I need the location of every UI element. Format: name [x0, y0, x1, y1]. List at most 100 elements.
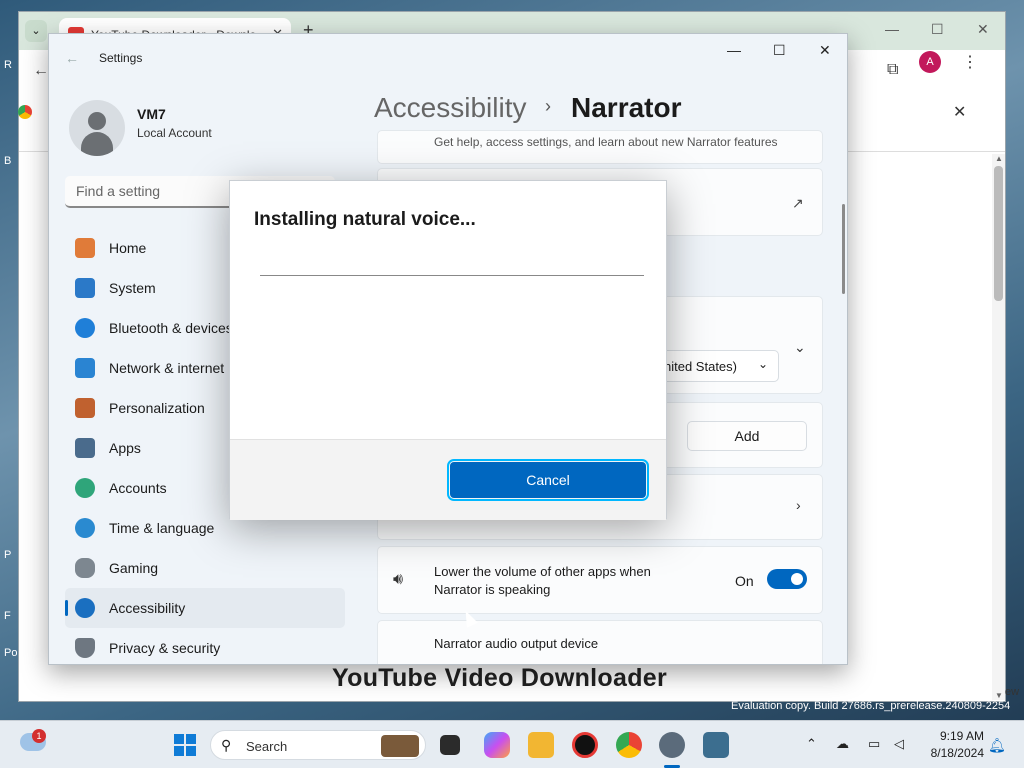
extensions-icon[interactable]: ⧉: [887, 61, 907, 81]
user-name: VM7: [137, 106, 166, 122]
lower-volume-toggle[interactable]: [767, 569, 807, 589]
browser-minimize-button[interactable]: —: [885, 21, 899, 37]
scrollbar-thumb[interactable]: [994, 166, 1003, 301]
sidebar-item-label: Bluetooth & devices: [109, 320, 233, 336]
browser-scrollbar[interactable]: ▲ ▼: [992, 154, 1005, 700]
cancel-button[interactable]: Cancel: [447, 459, 649, 501]
user-avatar[interactable]: [69, 100, 125, 156]
sidebar-item-label: Gaming: [109, 560, 159, 576]
settings-scrollbar[interactable]: [842, 204, 845, 294]
onedrive-icon[interactable]: ☁: [836, 736, 849, 752]
desktop-icon-label[interactable]: B: [4, 155, 11, 167]
wifi-icon: [75, 358, 95, 378]
recorder-icon[interactable]: [572, 732, 598, 758]
avatar-head: [88, 112, 106, 130]
task-view-icon[interactable]: [440, 735, 460, 755]
sidebar-item-accessibility[interactable]: Accessibility: [65, 588, 345, 628]
dropdown-chevron-icon: ⌄: [757, 357, 768, 371]
notification-bell-icon[interactable]: 🔔︎: [988, 737, 1006, 754]
sidebar-item-gaming[interactable]: Gaming: [65, 548, 345, 588]
desktop-icons-edge: R B P F Po: [0, 40, 18, 680]
sidebar-item-label: Network & internet: [109, 360, 225, 376]
start-button[interactable]: [174, 734, 196, 756]
sidebar-item-privacy-security[interactable]: Privacy & security: [65, 628, 345, 664]
brush-icon: [75, 398, 95, 418]
sidebar-item-label: Personalization: [109, 400, 205, 416]
lower-volume-card: Lower the volume of other apps when Narr…: [377, 546, 823, 614]
scroll-up-arrow-icon[interactable]: ▲: [995, 154, 1003, 163]
notification-badge: 1: [32, 729, 46, 743]
settings-gear-icon[interactable]: [659, 732, 685, 758]
search-icon: ⚲: [221, 737, 232, 753]
scroll-down-arrow-icon[interactable]: ▼: [995, 691, 1003, 700]
shield-icon: [75, 638, 95, 658]
gamepad-icon: [75, 558, 95, 578]
voice-dropdown-value: nited States): [664, 359, 737, 374]
toggle-state-label: On: [735, 573, 754, 589]
lower-volume-label: Lower the volume of other apps when Narr…: [434, 564, 651, 597]
browser-back-button[interactable]: ←: [33, 62, 49, 80]
sidebar-item-label: Accessibility: [109, 600, 186, 616]
evaluation-watermark: Evaluation copy. Build 27686.rs_prerelea…: [731, 700, 1011, 712]
clock-date[interactable]: 8/18/2024: [918, 746, 984, 760]
page-title: Narrator: [571, 92, 682, 123]
apps-icon: [75, 438, 95, 458]
bluetooth-icon: [75, 318, 95, 338]
volume-icon[interactable]: ◁: [894, 736, 904, 752]
breadcrumb-separator: ›: [545, 96, 551, 116]
audio-output-card[interactable]: Narrator audio output device: [377, 620, 823, 664]
browser-page-content: [849, 152, 989, 692]
network-icon[interactable]: ▭: [868, 736, 880, 752]
avatar-body: [81, 132, 113, 156]
info-bar-close-icon[interactable]: ✕: [953, 102, 966, 122]
app-store-icon[interactable]: [703, 732, 729, 758]
chrome-taskbar-icon[interactable]: [616, 732, 642, 758]
add-voice-button[interactable]: Add: [687, 421, 807, 451]
profile-avatar[interactable]: A: [919, 51, 941, 73]
sidebar-item-label: Accounts: [109, 480, 167, 496]
chevron-up-icon[interactable]: ⌃: [806, 736, 817, 752]
copilot-icon[interactable]: [484, 732, 510, 758]
accessibility-icon: [75, 598, 95, 618]
tab-search-button[interactable]: ⌄: [25, 20, 47, 42]
clock-time[interactable]: 9:19 AM: [924, 729, 984, 743]
settings-window-title: Settings: [99, 51, 143, 65]
file-explorer-icon[interactable]: [528, 732, 554, 758]
audio-output-label: Narrator audio output device: [434, 636, 599, 651]
voice-dropdown[interactable]: nited States) ⌄: [655, 350, 779, 382]
globe-clock-icon: [75, 518, 95, 538]
system-icon: [75, 278, 95, 298]
settings-maximize-button[interactable]: ☐: [773, 42, 786, 59]
speaker-icon: 🔊︎: [393, 571, 404, 588]
dialog-title: Installing natural voice...: [254, 209, 476, 230]
chevron-down-icon[interactable]: ⌄: [794, 339, 806, 356]
search-highlight-image: [381, 735, 419, 757]
desktop-icon-label[interactable]: P: [4, 549, 11, 561]
taskbar-search[interactable]: ⚲ Search: [210, 730, 426, 760]
person-icon: [75, 478, 95, 498]
desktop-icon-label[interactable]: R: [4, 59, 12, 71]
sidebar-item-label: Time & language: [109, 520, 215, 536]
page-edge-text: ew: [1005, 686, 1020, 698]
sidebar-item-label: System: [109, 280, 156, 296]
dialog-footer: Cancel: [230, 439, 666, 520]
sidebar-item-label: Privacy & security: [109, 640, 221, 656]
taskbar-search-label: Search: [246, 739, 288, 754]
taskbar: 1 ⚲ Search ⌃ ☁ ▭ ◁ 9:19 AM 8/18/2024 🔔︎: [0, 720, 1024, 768]
narrator-home-description: Get help, access settings, and learn abo…: [434, 135, 778, 149]
breadcrumb-parent[interactable]: Accessibility: [374, 92, 526, 124]
settings-close-button[interactable]: ✕: [819, 42, 831, 59]
desktop-icon-label[interactable]: F: [4, 610, 11, 622]
browser-maximize-button[interactable]: ☐: [931, 21, 944, 38]
browser-close-button[interactable]: ✕: [977, 21, 989, 38]
browser-menu-icon[interactable]: ⋮: [962, 52, 978, 72]
settings-title-bar: ← Settings — ☐ ✕: [49, 34, 847, 82]
settings-back-icon[interactable]: ←: [65, 50, 79, 66]
sidebar-item-label: Home: [109, 240, 147, 256]
narrator-home-card[interactable]: Get help, access settings, and learn abo…: [377, 130, 823, 164]
settings-minimize-button[interactable]: —: [727, 42, 741, 58]
install-progress-bar: [260, 275, 644, 276]
desktop-icon-label[interactable]: Po: [4, 647, 17, 659]
chevron-right-icon: ›: [796, 497, 801, 513]
install-voice-dialog: Installing natural voice... Cancel: [229, 180, 667, 520]
